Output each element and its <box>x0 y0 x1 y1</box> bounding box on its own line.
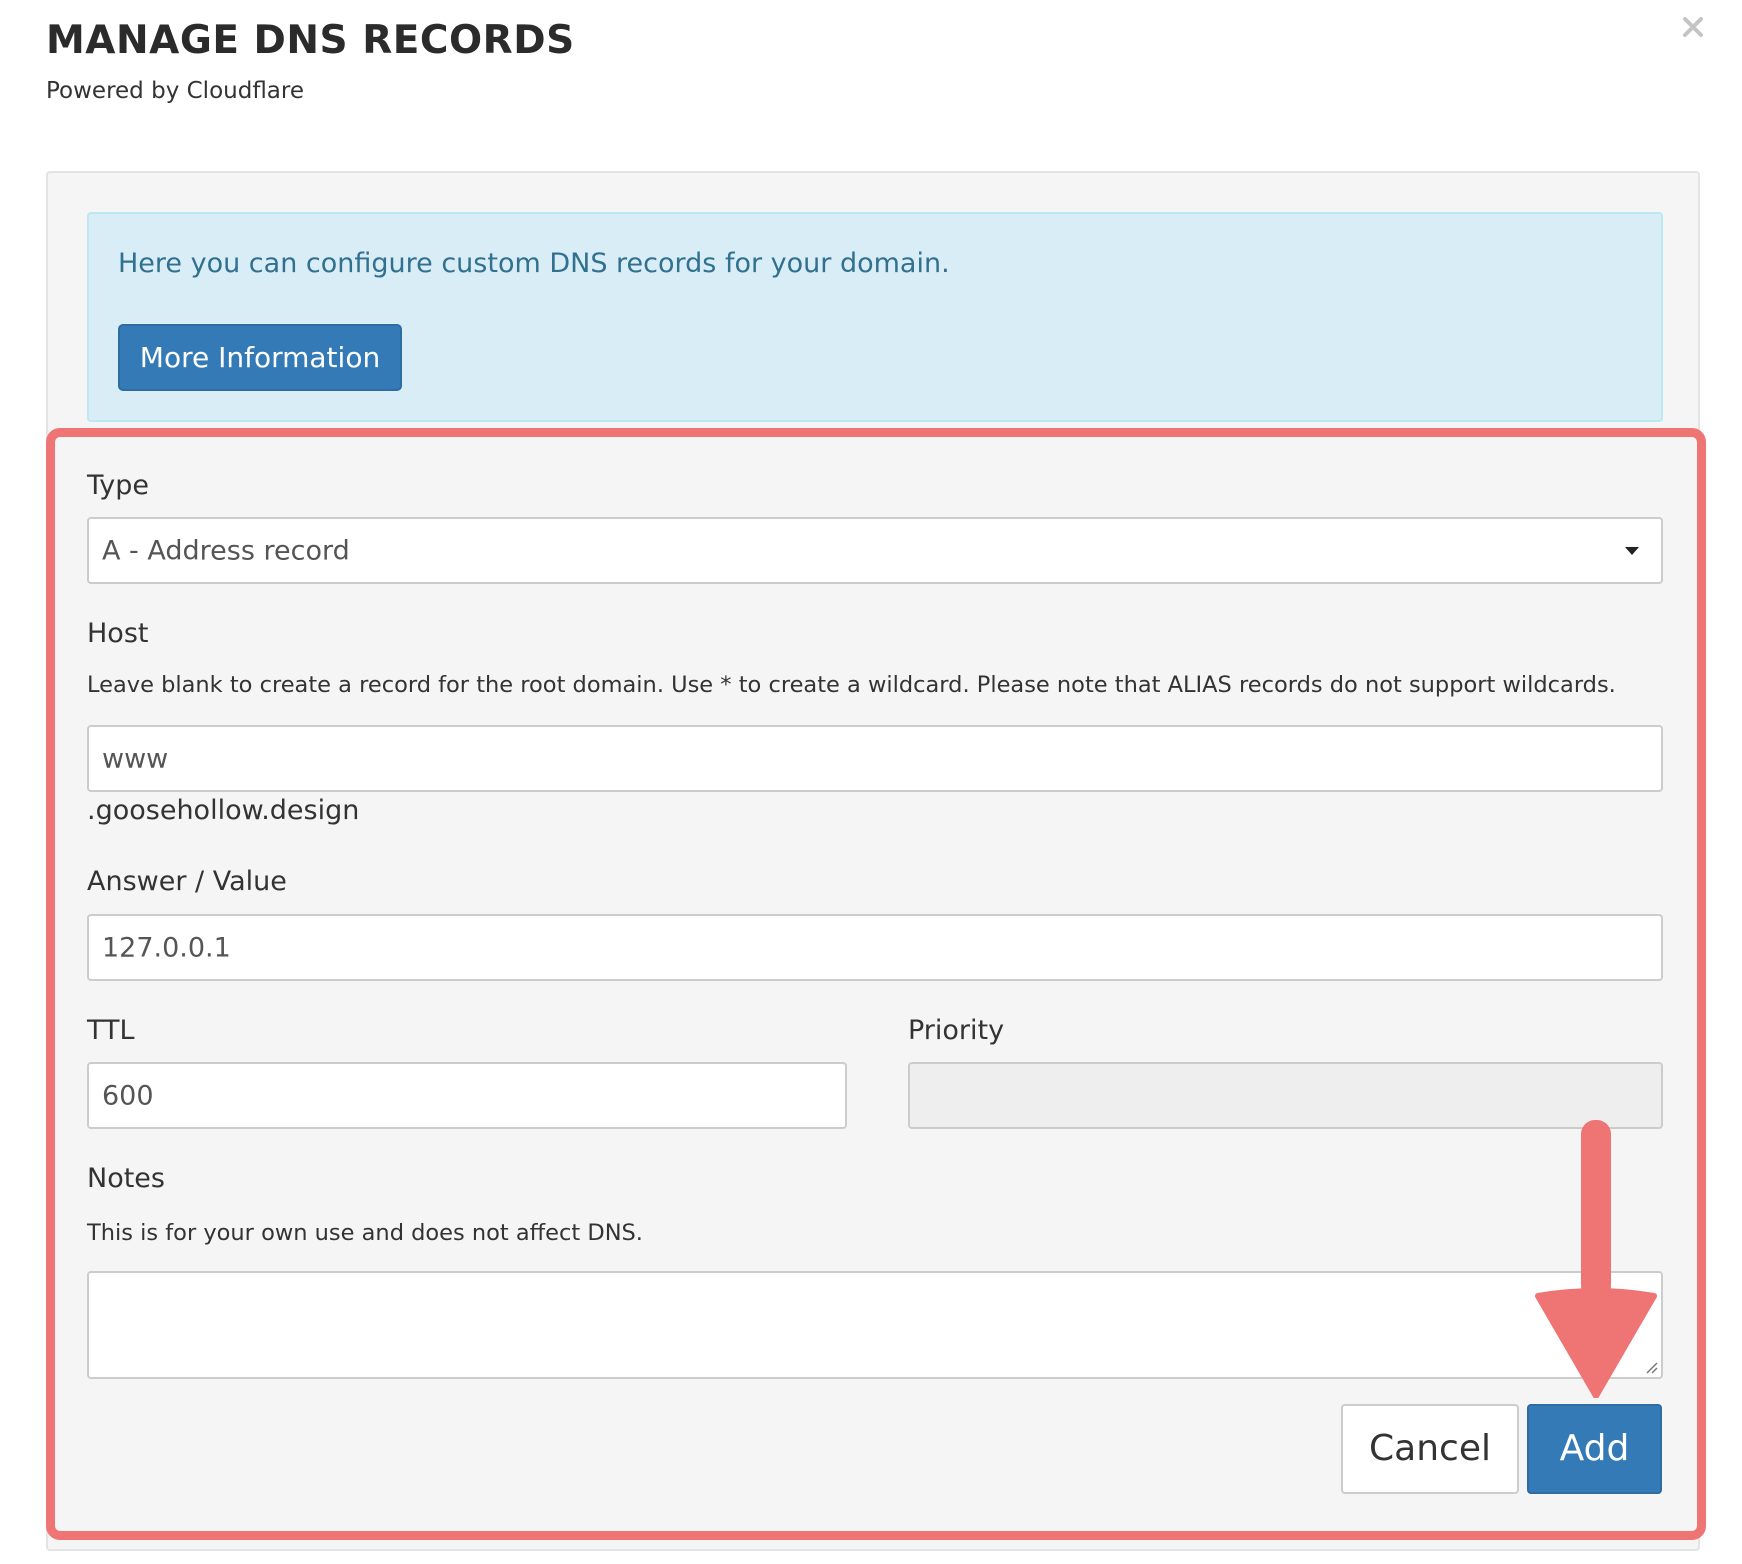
notes-label: Notes <box>87 1163 165 1194</box>
host-input-value: www <box>102 743 169 774</box>
type-select[interactable]: A - Address record <box>87 517 1663 584</box>
ttl-input-value: 600 <box>102 1080 154 1111</box>
type-label: Type <box>87 470 150 501</box>
answer-label: Answer / Value <box>87 866 287 897</box>
answer-input-value: 127.0.0.1 <box>102 932 231 963</box>
host-input[interactable]: www <box>87 725 1663 792</box>
type-select-value: A - Address record <box>102 535 350 566</box>
notes-help-text: This is for your own use and does not af… <box>87 1220 643 1246</box>
add-button[interactable]: Add <box>1527 1404 1662 1494</box>
cancel-button[interactable]: Cancel <box>1341 1404 1519 1494</box>
modal-subtitle: Powered by Cloudflare <box>46 78 304 104</box>
more-information-button[interactable]: More Information <box>118 324 402 391</box>
close-icon[interactable] <box>1680 14 1706 40</box>
modal-title: MANAGE DNS RECORDS <box>46 18 575 63</box>
host-label: Host <box>87 618 149 649</box>
caret-down-icon <box>1625 546 1639 555</box>
ttl-label: TTL <box>87 1015 135 1046</box>
ttl-input[interactable]: 600 <box>87 1062 847 1129</box>
notes-textarea[interactable] <box>87 1271 1663 1379</box>
host-domain-suffix: .goosehollow.design <box>87 795 360 826</box>
answer-input[interactable]: 127.0.0.1 <box>87 914 1663 981</box>
info-text: Here you can configure custom DNS record… <box>118 248 950 279</box>
host-help-text: Leave blank to create a record for the r… <box>87 672 1616 698</box>
priority-input <box>908 1062 1663 1129</box>
priority-label: Priority <box>908 1015 1005 1046</box>
resize-handle-icon[interactable] <box>1644 1360 1658 1374</box>
